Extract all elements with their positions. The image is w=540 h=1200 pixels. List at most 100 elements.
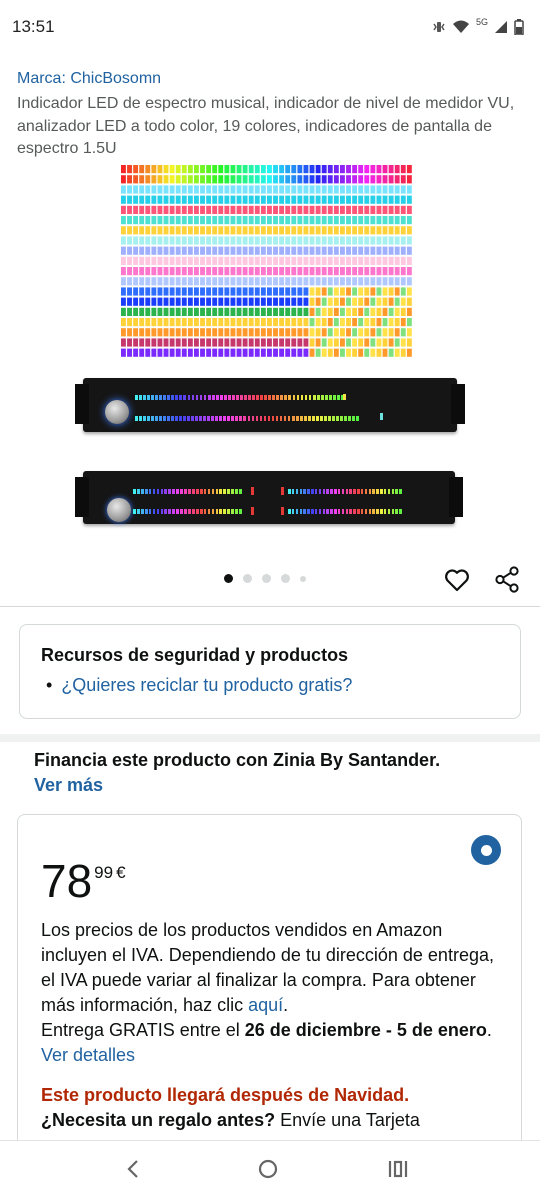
spectrum-led [285,246,291,255]
delivery-details-link[interactable]: Ver detalles [41,1045,135,1065]
spectrum-led [358,307,364,316]
carousel-dots[interactable] [224,574,306,583]
spectrum-led [218,165,224,174]
spectrum-led [175,216,181,225]
rack-led-segment [215,395,219,400]
spectrum-led [327,267,333,276]
spectrum-led [139,338,145,347]
spectrum-led [212,318,218,327]
spectrum-led [291,175,297,184]
spectrum-led [370,267,376,276]
carousel-dot[interactable] [281,574,290,583]
spectrum-led [309,205,315,214]
spectrum-led [303,338,309,347]
spectrum-led [406,287,412,296]
heart-icon[interactable] [444,567,470,593]
spectrum-led [291,236,297,245]
rack-led-segment [223,509,227,514]
spectrum-led [406,226,412,235]
spectrum-led [327,226,333,235]
carousel-dot[interactable] [262,574,271,583]
spectrum-led [187,216,193,225]
rack-led-segment [287,416,291,421]
recycle-link[interactable]: • ¿Quieres reciclar tu producto gratis? [46,675,352,696]
spectrum-led [340,277,345,286]
spectrum-led [291,307,297,316]
carousel-dot[interactable] [243,574,252,583]
spectrum-led [388,277,394,286]
spectrum-led [121,175,126,184]
back-icon[interactable] [122,1157,146,1181]
spectrum-led [285,297,291,306]
recycle-link-label[interactable]: ¿Quieres reciclar tu producto gratis? [61,675,352,695]
spectrum-led [352,256,358,265]
spectrum-led [200,216,205,225]
spectrum-led [376,338,382,347]
spectrum-led [285,226,291,235]
recents-icon[interactable] [386,1157,410,1181]
rack-led-segment [303,416,307,421]
delivery-dates: 26 de diciembre - 5 de enero [244,1020,487,1040]
spectrum-led [394,165,400,174]
share-icon[interactable] [494,566,521,593]
spectrum-led [157,236,163,245]
rack-led-segment [391,489,395,494]
spectrum-led [394,236,400,245]
spectrum-led [200,185,205,194]
spectrum-led [346,205,351,214]
product-image-spectrum[interactable] [121,165,413,360]
offer-card[interactable]: 78 99 € Los precios de los productos ven… [17,814,522,1194]
spectrum-led [194,318,199,327]
spectrum-led [248,205,254,214]
spectrum-led [163,348,169,357]
carousel-dot[interactable] [300,575,306,582]
spectrum-led [139,277,145,286]
spectrum-led [388,297,394,306]
spectrum-led [200,246,205,255]
home-icon[interactable] [256,1157,280,1181]
rack-led-segment [341,489,345,494]
spectrum-led [206,307,212,316]
rack-led-segment [330,489,333,494]
spectrum-led [242,287,248,296]
spectrum-led [406,246,412,255]
spectrum-led [267,297,272,306]
spectrum-led [400,328,406,337]
rack-peak-led [251,487,254,495]
see-more-link[interactable]: Ver más [34,775,103,796]
spectrum-led [187,205,193,214]
rack-led-segment [383,509,387,514]
spectrum-led [187,185,193,194]
spectrum-led [181,175,187,184]
spectrum-led [394,185,400,194]
spectrum-led [333,195,339,204]
brand-link[interactable]: Marca: ChicBosomn [17,70,161,88]
spectrum-led [358,328,364,337]
spectrum-led [200,287,205,296]
spectrum-led [321,175,327,184]
spectrum-led [309,297,315,306]
spectrum-led [291,216,297,225]
spectrum-led [218,226,224,235]
spectrum-led [346,338,351,347]
spectrum-led [248,277,254,286]
spectrum-led [157,328,163,337]
carousel-dot[interactable] [224,574,233,583]
rack-led-segment [231,395,235,400]
spectrum-led [157,195,163,204]
spectrum-led [352,287,358,296]
spectrum-led [376,165,382,174]
spectrum-led [303,256,309,265]
spectrum-led [388,287,394,296]
spectrum-led [169,318,175,327]
rack-led-segment [152,489,156,494]
vat-info-link[interactable]: aquí [248,995,283,1015]
spectrum-led [358,205,364,214]
spectrum-led [254,216,260,225]
rack-led-segment [368,509,372,514]
rack-led-segment [135,395,138,400]
offer-radio-selected[interactable] [471,835,501,865]
rack-led-segment [324,395,328,400]
spectrum-led [121,277,126,286]
rack-led-segment [272,395,276,400]
